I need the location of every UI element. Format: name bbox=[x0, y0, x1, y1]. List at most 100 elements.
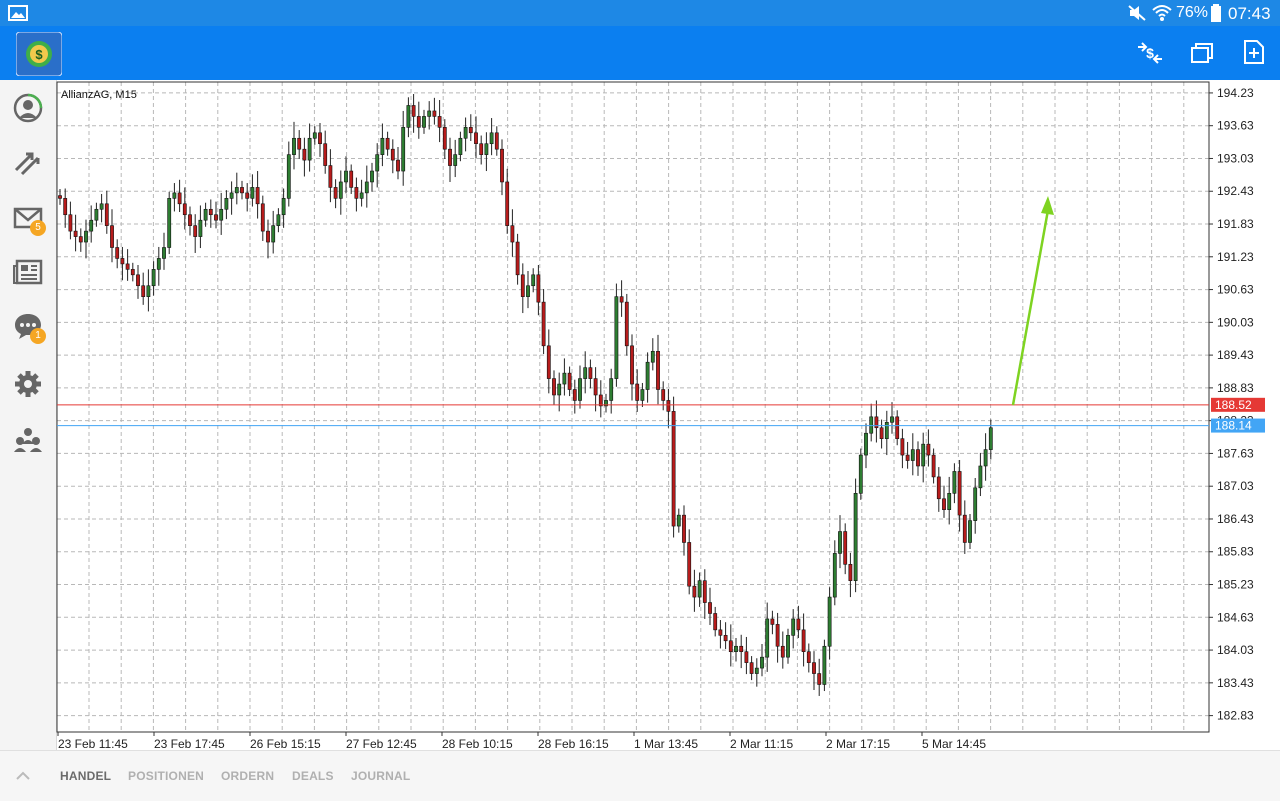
candle-body bbox=[588, 367, 593, 379]
candle-body bbox=[266, 230, 270, 243]
candle-body bbox=[468, 127, 473, 134]
tab-deals[interactable]: DEALS bbox=[292, 769, 334, 783]
tab-journal[interactable]: JOURNAL bbox=[351, 769, 410, 783]
candle-body bbox=[73, 230, 78, 237]
candle-body bbox=[957, 471, 962, 516]
mute-icon bbox=[1128, 5, 1146, 21]
candle-body bbox=[416, 116, 421, 128]
price-tick-label: 185.23 bbox=[1217, 578, 1254, 592]
trade-icon[interactable]: $ bbox=[1136, 41, 1164, 65]
time-tick-label: 23 Feb 11:45 bbox=[58, 737, 128, 750]
candle-body bbox=[900, 438, 905, 456]
candle-body bbox=[988, 427, 993, 450]
candle-body bbox=[702, 580, 707, 603]
candle-body bbox=[198, 219, 203, 237]
candle-body bbox=[884, 421, 889, 439]
tab-positionen[interactable]: POSITIONEN bbox=[128, 769, 204, 783]
price-tick-label: 194.23 bbox=[1217, 86, 1254, 100]
candle-body bbox=[271, 225, 276, 243]
candle-body bbox=[775, 624, 780, 647]
candle-body bbox=[765, 618, 770, 658]
candle-body bbox=[505, 181, 510, 226]
price-tick-label: 192.43 bbox=[1217, 184, 1254, 198]
new-document-icon[interactable] bbox=[1243, 39, 1265, 65]
candle-body bbox=[463, 127, 468, 139]
candle-body bbox=[94, 208, 99, 221]
tab-ordern[interactable]: ORDERN bbox=[221, 769, 274, 783]
candle-body bbox=[328, 165, 333, 188]
price-tick-label: 184.63 bbox=[1217, 610, 1254, 624]
candle-body bbox=[250, 187, 255, 199]
trend-arrow[interactable] bbox=[1011, 196, 1054, 406]
candle-body bbox=[697, 580, 702, 598]
price-tick-label: 193.03 bbox=[1217, 151, 1254, 165]
candle-body bbox=[58, 195, 62, 199]
candle-body bbox=[843, 531, 848, 565]
candle-body bbox=[593, 378, 598, 396]
metatrader-logo[interactable]: $ bbox=[15, 31, 63, 77]
candle-body bbox=[624, 301, 629, 347]
candle-body bbox=[557, 383, 562, 396]
candle-body bbox=[448, 148, 452, 166]
candle-body bbox=[739, 645, 744, 653]
candle-body bbox=[396, 159, 400, 172]
candle-body bbox=[770, 618, 775, 625]
candle-body bbox=[541, 301, 546, 347]
candle-body bbox=[978, 465, 983, 489]
candle-body bbox=[458, 137, 463, 155]
candle-body bbox=[562, 372, 567, 385]
candle-body bbox=[474, 132, 478, 145]
chevron-up-icon[interactable] bbox=[16, 771, 30, 781]
chart-area[interactable]: AllianzAG, M15 194.23 193.63 193.03 192.43 1… bbox=[0, 80, 1280, 751]
blue-price-label: 188.14 bbox=[1215, 419, 1252, 433]
candle-body bbox=[432, 110, 437, 117]
candle-body bbox=[437, 116, 442, 128]
candle-body bbox=[344, 170, 348, 183]
candle-body bbox=[110, 225, 114, 248]
candle-body bbox=[245, 192, 250, 199]
candle-body bbox=[635, 383, 640, 401]
candle-body bbox=[786, 635, 790, 658]
candle-body bbox=[99, 203, 104, 210]
candle-body bbox=[364, 181, 369, 194]
candle-body bbox=[879, 427, 884, 439]
candle-body bbox=[151, 269, 156, 287]
windows-icon[interactable] bbox=[1190, 42, 1214, 64]
candle-body bbox=[942, 498, 946, 510]
candle-body bbox=[390, 148, 395, 161]
time-tick-label: 28 Feb 16:15 bbox=[538, 737, 609, 750]
candle-body bbox=[874, 416, 879, 429]
candle-body bbox=[567, 372, 572, 390]
candle-body bbox=[312, 132, 317, 139]
candle-body bbox=[214, 214, 218, 221]
candle-body bbox=[281, 198, 286, 216]
candle-body bbox=[676, 514, 681, 527]
candle-body bbox=[182, 203, 187, 216]
candle-body bbox=[260, 203, 265, 232]
candle-body bbox=[68, 214, 73, 232]
candle-body bbox=[692, 585, 697, 598]
candle-body bbox=[832, 553, 837, 598]
svg-text:$: $ bbox=[35, 47, 43, 62]
candle-body bbox=[307, 137, 312, 161]
candle-body bbox=[656, 350, 660, 390]
candle-body bbox=[520, 274, 525, 297]
tab-handel[interactable]: HANDEL bbox=[60, 769, 111, 783]
time-tick-label: 23 Feb 17:45 bbox=[154, 737, 225, 750]
time-tick-label: 1 Mar 13:45 bbox=[634, 737, 698, 750]
candle-body bbox=[791, 618, 796, 636]
candle-body bbox=[401, 127, 406, 172]
candle-body bbox=[224, 198, 229, 210]
price-chart[interactable]: AllianzAG, M15 194.23 193.63 193.03 192.43 1… bbox=[0, 80, 1280, 751]
price-tick-label: 187.03 bbox=[1217, 479, 1254, 493]
app-bar: $ $ bbox=[0, 26, 1280, 80]
price-tick-label: 190.63 bbox=[1217, 283, 1254, 297]
candle-body bbox=[172, 192, 177, 199]
price-tick-label: 185.83 bbox=[1217, 545, 1254, 559]
candle-body bbox=[141, 285, 146, 297]
candle-body bbox=[806, 651, 811, 663]
candle-body bbox=[354, 187, 359, 199]
candle-body bbox=[156, 258, 161, 270]
chart-frame bbox=[56, 81, 1210, 733]
candle-body bbox=[136, 274, 140, 287]
